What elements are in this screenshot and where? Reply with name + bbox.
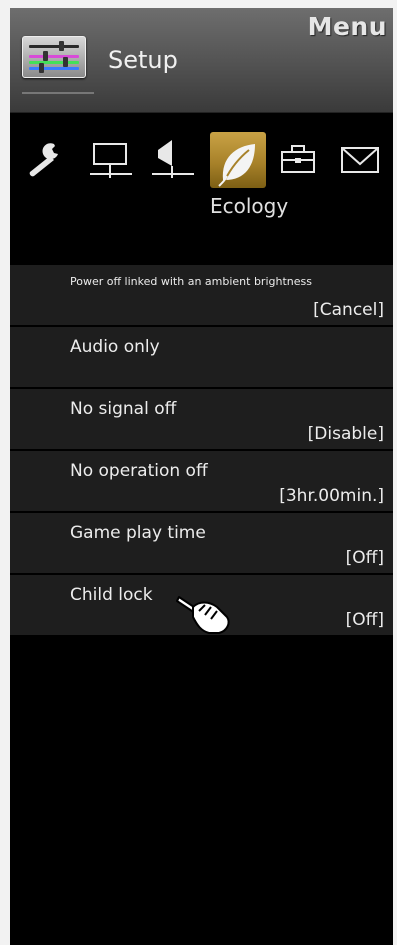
toolbox-icon	[281, 145, 315, 173]
setting-label: Audio only	[70, 337, 160, 357]
display-icon	[90, 143, 132, 178]
setting-label: No signal off	[70, 399, 177, 419]
header-divider	[22, 92, 94, 94]
setup-menu-panel: Menu Setup Ecology Power off linked with…	[10, 8, 393, 945]
setting-row-no-signal-off[interactable]: No signal off [Disable]	[10, 389, 393, 451]
tab-options[interactable]	[278, 138, 322, 190]
setting-label: No operation off	[70, 461, 208, 481]
setting-value: [Off]	[345, 610, 384, 630]
settings-list: Power off linked with an ambient brightn…	[10, 265, 393, 637]
setting-row-game-play-time[interactable]: Game play time [Off]	[10, 513, 393, 575]
setting-value: [3hr.00min.]	[279, 486, 384, 506]
setting-row-audio-only[interactable]: Audio only	[10, 327, 393, 389]
selected-tab-caption: Ecology	[210, 194, 289, 218]
setting-value: [Off]	[345, 548, 384, 568]
sliders-icon	[22, 36, 86, 78]
tab-ecology[interactable]	[213, 136, 257, 188]
tab-sound[interactable]	[150, 138, 194, 190]
setting-label: Child lock	[70, 585, 153, 605]
setting-label: Power off linked with an ambient brightn…	[70, 275, 312, 288]
menu-header: Menu Setup	[10, 8, 393, 113]
menu-title: Menu	[307, 12, 387, 41]
tab-mail[interactable]	[338, 138, 382, 190]
wrench-icon	[29, 143, 58, 177]
leaf-icon	[218, 144, 255, 187]
speaker-icon	[152, 140, 194, 178]
setting-label: Game play time	[70, 523, 206, 543]
setting-value: [Disable]	[307, 424, 384, 444]
setting-row-power-off-brightness[interactable]: Power off linked with an ambient brightn…	[10, 265, 393, 327]
setting-row-no-operation-off[interactable]: No operation off [3hr.00min.]	[10, 451, 393, 513]
tab-display[interactable]	[88, 138, 132, 190]
setting-value: [Cancel]	[313, 300, 384, 320]
tab-wrench[interactable]	[24, 138, 68, 190]
section-title: Setup	[108, 46, 178, 74]
pointing-hand-icon	[176, 596, 230, 634]
envelope-icon	[341, 147, 379, 173]
